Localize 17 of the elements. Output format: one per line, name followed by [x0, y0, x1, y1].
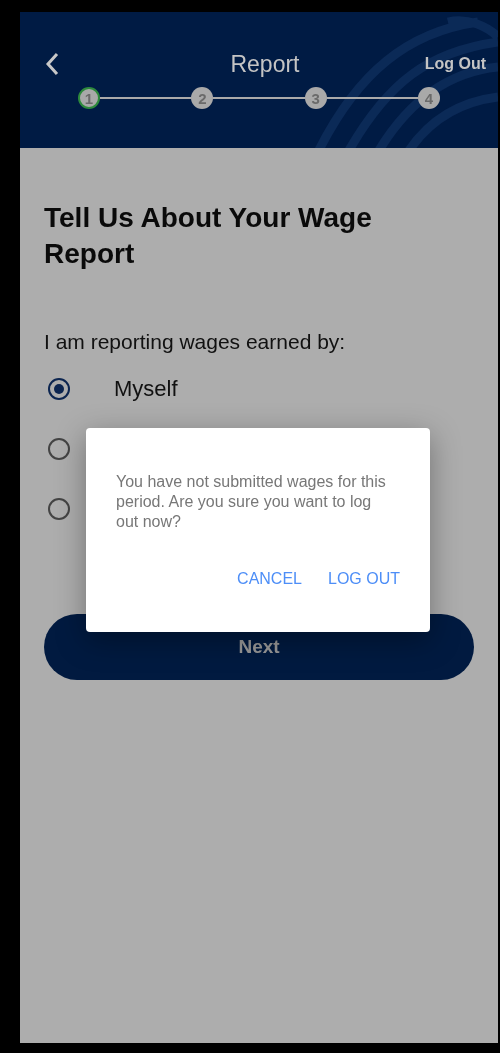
dialog-button[interactable]: CANCEL	[231, 566, 308, 592]
log-out-link[interactable]: Log Out	[424, 55, 486, 73]
screen-title: Report	[230, 50, 300, 78]
step-indicator: 2	[191, 87, 214, 109]
question-text: I am reporting wages earned by:	[44, 330, 347, 354]
option-label: Myself	[114, 376, 178, 402]
back-button[interactable]	[44, 51, 60, 77]
radio-button[interactable]	[48, 378, 70, 400]
radio-button[interactable]	[48, 498, 70, 520]
step-indicator: 4	[418, 87, 440, 109]
page-heading: Tell Us About Your Wage Report	[44, 201, 373, 271]
dialog-button[interactable]: LOG OUT	[322, 566, 406, 592]
step-indicator: 1	[78, 87, 100, 109]
step-indicator: 3	[304, 87, 327, 109]
dialog-message: You have not submitted wages for this period. Are you sure you want to log out now?	[116, 472, 387, 532]
chevron-left-icon	[44, 51, 60, 77]
radio-button[interactable]	[48, 438, 70, 460]
